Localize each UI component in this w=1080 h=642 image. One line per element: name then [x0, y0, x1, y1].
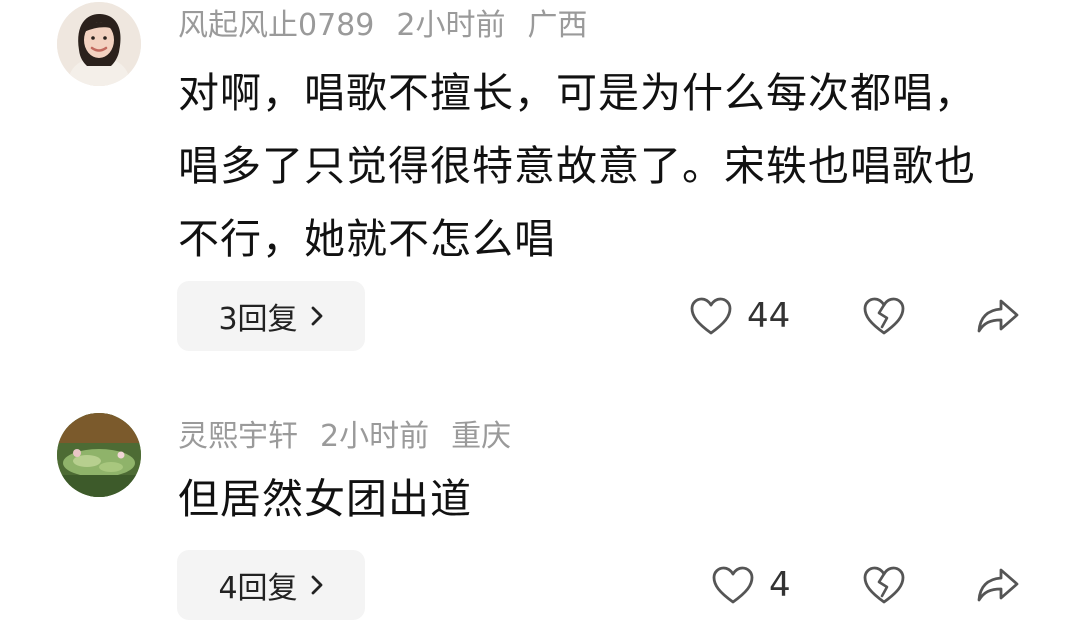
like-button[interactable]: 44	[689, 281, 790, 351]
comment-meta: 风起风止0789 2小时前 广西	[178, 6, 609, 46]
user-avatar[interactable]	[57, 413, 141, 497]
comment-actions: 4	[0, 550, 1080, 620]
like-count: 4	[769, 565, 791, 605]
broken-heart-icon[interactable]	[862, 565, 906, 605]
location: 广西	[527, 8, 588, 43]
user-avatar[interactable]	[57, 2, 141, 86]
location: 重庆	[451, 419, 512, 454]
heart-icon	[690, 297, 732, 335]
share-arrow-icon[interactable]	[975, 295, 1021, 337]
like-button[interactable]: 4	[711, 550, 791, 620]
lotus-pond-icon	[57, 413, 141, 497]
username[interactable]: 灵熙宇轩	[178, 419, 298, 454]
timestamp: 2小时前	[320, 419, 430, 454]
share-arrow-icon[interactable]	[975, 564, 1021, 606]
heart-icon	[712, 566, 754, 604]
timestamp: 2小时前	[396, 8, 506, 43]
comment-text: 但居然女团出道	[178, 475, 472, 523]
comment-meta: 灵熙宇轩 2小时前 重庆	[178, 417, 533, 457]
username[interactable]: 风起风止0789	[178, 8, 374, 43]
woman-portrait-icon	[57, 2, 141, 86]
comment-item: 风起风止0789 2小时前 广西 对啊，唱歌不擅长，可是为什么每次都唱，唱多了只觉得…	[0, 0, 1080, 360]
comment-actions: 44	[0, 281, 1080, 351]
comment-item: 灵熙宇轩 2小时前 重庆 但居然女团出道 4回复 4	[0, 405, 1080, 642]
comment-text: 对啊，唱歌不擅长，可是为什么每次都唱，唱多了只觉得很特意故意了。宋轶也唱歌也不行…	[178, 69, 976, 263]
like-count: 44	[747, 296, 791, 336]
broken-heart-icon[interactable]	[862, 296, 906, 336]
